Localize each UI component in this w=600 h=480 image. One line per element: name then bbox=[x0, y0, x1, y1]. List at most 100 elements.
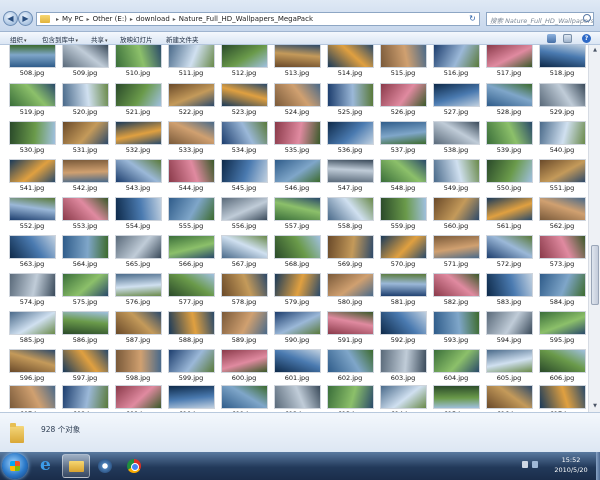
image-thumbnail[interactable] bbox=[487, 198, 532, 220]
image-thumbnail[interactable] bbox=[487, 84, 532, 106]
image-thumbnail[interactable] bbox=[222, 45, 267, 67]
image-thumbnail[interactable] bbox=[328, 198, 373, 220]
preview-pane-icon[interactable] bbox=[563, 34, 572, 43]
media-player-icon[interactable] bbox=[91, 454, 119, 478]
image-thumbnail[interactable] bbox=[540, 386, 585, 408]
show-desktop-button[interactable] bbox=[596, 452, 600, 480]
image-thumbnail[interactable] bbox=[63, 386, 108, 408]
image-thumbnail[interactable] bbox=[169, 45, 214, 67]
image-thumbnail[interactable] bbox=[222, 386, 267, 408]
image-thumbnail[interactable] bbox=[275, 386, 320, 408]
image-thumbnail[interactable] bbox=[381, 274, 426, 296]
image-thumbnail[interactable] bbox=[487, 236, 532, 258]
image-thumbnail[interactable] bbox=[275, 45, 320, 67]
include-in-library-button[interactable]: 包含到库中▾ bbox=[42, 34, 78, 44]
image-thumbnail[interactable] bbox=[222, 160, 267, 182]
image-thumbnail[interactable] bbox=[169, 84, 214, 106]
image-thumbnail[interactable] bbox=[434, 198, 479, 220]
slideshow-button[interactable]: 放映幻灯片 bbox=[120, 34, 153, 44]
image-thumbnail[interactable] bbox=[540, 84, 585, 106]
volume-icon[interactable] bbox=[532, 461, 538, 468]
image-thumbnail[interactable] bbox=[116, 274, 161, 296]
image-thumbnail[interactable] bbox=[63, 198, 108, 220]
image-thumbnail[interactable] bbox=[328, 45, 373, 67]
image-thumbnail[interactable] bbox=[116, 350, 161, 372]
image-thumbnail[interactable] bbox=[116, 312, 161, 334]
image-thumbnail[interactable] bbox=[10, 198, 55, 220]
image-thumbnail[interactable] bbox=[169, 122, 214, 144]
image-thumbnail[interactable] bbox=[169, 386, 214, 408]
image-thumbnail[interactable] bbox=[169, 236, 214, 258]
breadcrumb[interactable]: ▸ My PC ▸ Other (E:) ▸ download ▸ Nature… bbox=[36, 12, 480, 26]
back-arrow-icon[interactable]: ◀ bbox=[3, 11, 18, 26]
change-view-icon[interactable] bbox=[547, 34, 556, 43]
image-thumbnail[interactable] bbox=[381, 312, 426, 334]
image-thumbnail[interactable] bbox=[10, 160, 55, 182]
image-thumbnail[interactable] bbox=[381, 122, 426, 144]
help-icon[interactable]: ? bbox=[582, 34, 591, 43]
image-thumbnail[interactable] bbox=[381, 236, 426, 258]
image-thumbnail[interactable] bbox=[169, 198, 214, 220]
internet-explorer-icon[interactable] bbox=[33, 454, 61, 478]
forward-arrow-icon[interactable]: ▶ bbox=[18, 11, 33, 26]
organize-button[interactable]: 组织▾ bbox=[10, 34, 27, 44]
image-thumbnail[interactable] bbox=[63, 236, 108, 258]
image-thumbnail[interactable] bbox=[381, 160, 426, 182]
scroll-up-icon[interactable]: ▲ bbox=[590, 46, 600, 55]
image-thumbnail[interactable] bbox=[10, 386, 55, 408]
image-thumbnail[interactable] bbox=[434, 350, 479, 372]
image-thumbnail[interactable] bbox=[63, 312, 108, 334]
image-thumbnail[interactable] bbox=[328, 386, 373, 408]
image-thumbnail[interactable] bbox=[169, 160, 214, 182]
image-thumbnail[interactable] bbox=[275, 160, 320, 182]
image-thumbnail[interactable] bbox=[275, 236, 320, 258]
vertical-scrollbar[interactable]: ▲ ▼ bbox=[588, 45, 600, 412]
image-thumbnail[interactable] bbox=[434, 236, 479, 258]
folder-icon[interactable] bbox=[62, 454, 90, 478]
image-thumbnail[interactable] bbox=[116, 236, 161, 258]
image-thumbnail[interactable] bbox=[222, 236, 267, 258]
image-thumbnail[interactable] bbox=[487, 274, 532, 296]
image-thumbnail[interactable] bbox=[540, 45, 585, 67]
refresh-icon[interactable]: ↻ bbox=[467, 13, 478, 24]
image-thumbnail[interactable] bbox=[116, 122, 161, 144]
image-thumbnail[interactable] bbox=[434, 312, 479, 334]
chrome-icon[interactable] bbox=[120, 454, 148, 478]
image-thumbnail[interactable] bbox=[487, 45, 532, 67]
image-thumbnail[interactable] bbox=[275, 198, 320, 220]
image-thumbnail[interactable] bbox=[328, 236, 373, 258]
image-thumbnail[interactable] bbox=[116, 198, 161, 220]
image-thumbnail[interactable] bbox=[10, 122, 55, 144]
breadcrumb-item-drive[interactable]: Other (E:) bbox=[93, 15, 127, 23]
image-thumbnail[interactable] bbox=[10, 350, 55, 372]
image-thumbnail[interactable] bbox=[540, 160, 585, 182]
image-thumbnail[interactable] bbox=[116, 84, 161, 106]
breadcrumb-item-download[interactable]: download bbox=[136, 15, 170, 23]
image-thumbnail[interactable] bbox=[328, 274, 373, 296]
image-thumbnail[interactable] bbox=[381, 84, 426, 106]
network-icon[interactable] bbox=[522, 461, 528, 468]
search-icon[interactable] bbox=[583, 14, 591, 22]
image-thumbnail[interactable] bbox=[487, 160, 532, 182]
image-thumbnail[interactable] bbox=[275, 274, 320, 296]
image-thumbnail[interactable] bbox=[487, 350, 532, 372]
clock[interactable]: 15:52 2010/5/20 bbox=[548, 455, 594, 475]
image-thumbnail[interactable] bbox=[169, 350, 214, 372]
image-thumbnail[interactable] bbox=[381, 350, 426, 372]
image-thumbnail[interactable] bbox=[540, 198, 585, 220]
image-thumbnail[interactable] bbox=[63, 274, 108, 296]
share-button[interactable]: 共享▾ bbox=[91, 34, 108, 44]
image-thumbnail[interactable] bbox=[10, 274, 55, 296]
image-thumbnail[interactable] bbox=[222, 198, 267, 220]
image-thumbnail[interactable] bbox=[222, 350, 267, 372]
scrollbar-thumb[interactable] bbox=[591, 245, 599, 305]
image-thumbnail[interactable] bbox=[434, 160, 479, 182]
image-thumbnail[interactable] bbox=[63, 122, 108, 144]
image-thumbnail[interactable] bbox=[222, 84, 267, 106]
scroll-down-icon[interactable]: ▼ bbox=[590, 402, 600, 411]
image-thumbnail[interactable] bbox=[116, 386, 161, 408]
image-thumbnail[interactable] bbox=[275, 84, 320, 106]
search-input[interactable]: 搜索 Nature_Full_HD_Wallpapers_MegaPack bbox=[486, 12, 594, 26]
image-thumbnail[interactable] bbox=[487, 312, 532, 334]
image-thumbnail[interactable] bbox=[328, 312, 373, 334]
